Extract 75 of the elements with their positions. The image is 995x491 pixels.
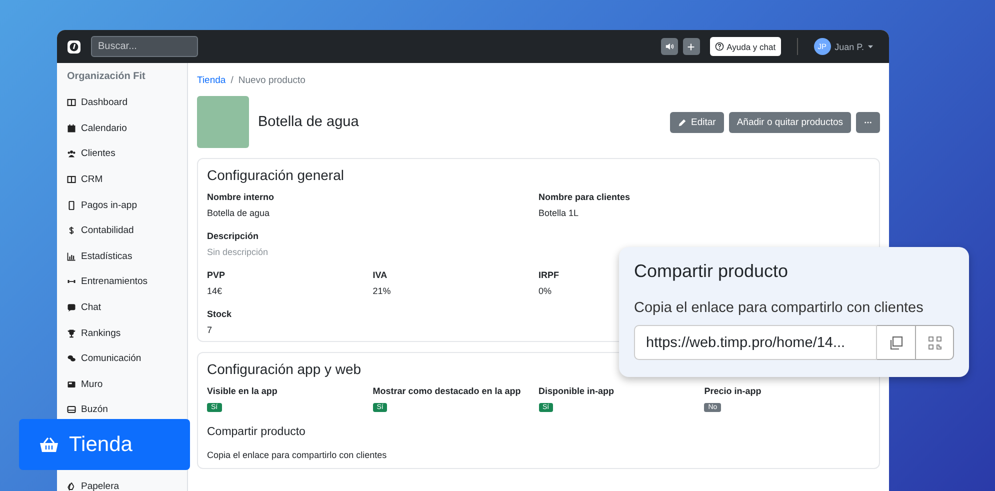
breadcrumb-separator: /	[230, 74, 234, 86]
sidebar-highlight[interactable]: Tienda	[19, 419, 190, 470]
popup-title: Compartir producto	[634, 261, 790, 282]
add-remove-button[interactable]: Añadir o quitar productos	[728, 112, 851, 132]
dollar-icon	[67, 226, 76, 236]
copy-icon	[888, 334, 904, 350]
section-heading: Compartir producto	[207, 426, 306, 438]
sidebar-item[interactable]: Entrenamientos	[67, 269, 187, 295]
sidebar-item[interactable]: Contabilidad	[67, 218, 187, 244]
sidebar-item[interactable]: Clientes	[67, 141, 187, 167]
newspaper-icon	[67, 380, 76, 389]
field-label: Stock	[207, 309, 232, 319]
photo-placeholder	[197, 96, 249, 148]
speaker-button[interactable]	[660, 38, 678, 55]
field-label: IRPF	[538, 270, 560, 280]
sidebar-item[interactable]: Papelera	[67, 474, 187, 491]
sidebar-item[interactable]: CRM	[67, 166, 187, 192]
speaker-icon	[664, 42, 674, 51]
qr-code-icon	[926, 334, 942, 350]
sidebar-item[interactable]: Chat	[67, 294, 187, 320]
field-label: Mostrar como destacado en la app	[372, 386, 521, 396]
logo-icon[interactable]	[67, 40, 81, 54]
phone-icon	[67, 200, 76, 210]
field-label: Descripción	[207, 231, 259, 241]
copy-button[interactable]	[877, 325, 916, 360]
field-label: Nombre interno	[207, 192, 274, 202]
field-value: 14€	[207, 286, 222, 296]
sidebar-item[interactable]: Dashboard	[67, 90, 187, 116]
edit-button[interactable]: Editar	[670, 112, 724, 132]
plus-icon	[687, 42, 696, 50]
comments-icon	[67, 354, 76, 364]
inbox-icon	[67, 405, 76, 414]
add-button[interactable]	[682, 38, 700, 55]
field-value: Botella 1L	[538, 208, 579, 218]
field-label: Nombre para clientes	[538, 192, 630, 202]
product-title: Botella de agua	[258, 114, 360, 130]
bar-chart-icon	[67, 252, 76, 261]
sidebar-item[interactable]: Pagos in-app	[67, 192, 187, 218]
field-value: 0%	[538, 286, 552, 296]
url-field[interactable]: https://web.timp.pro/home/14...	[634, 325, 877, 360]
pencil-icon	[678, 118, 688, 126]
calendar-icon	[67, 124, 76, 133]
field-label: IVA	[372, 270, 388, 280]
card-heading: Configuración general	[207, 167, 345, 183]
help-icon	[714, 42, 724, 51]
card-heading: Configuración app y web	[207, 361, 362, 377]
field-label: Visible en la app	[207, 386, 278, 396]
users-icon	[67, 149, 76, 158]
sidebar-item[interactable]: Muro	[67, 372, 187, 398]
share-description: Copia el enlace para compartirlo con clientes	[207, 450, 388, 460]
field-value: 21%	[372, 286, 391, 296]
basket-icon	[39, 436, 59, 452]
field-label: PVP	[207, 270, 226, 280]
field-value: Botella de agua	[207, 208, 270, 218]
sidebar-item[interactable]: Calendario	[67, 116, 187, 142]
more-button[interactable]	[856, 112, 880, 132]
trophy-icon	[67, 328, 76, 338]
sidebar-item[interactable]: Comunicación	[67, 346, 187, 372]
breadcrumb-link[interactable]: Tienda	[197, 74, 226, 86]
caret-icon	[868, 44, 873, 48]
search-field[interactable]: Buscar...	[91, 36, 198, 57]
ellipsis-icon	[864, 120, 872, 124]
chat-icon	[67, 303, 76, 312]
columns-icon	[67, 98, 76, 108]
popup-text: Copia el enlace para compartirlo con clientes	[634, 300, 924, 316]
field-value: 7	[207, 325, 212, 335]
field-label: Disponible in-app	[538, 386, 614, 396]
sidebar-item[interactable]: Estadísticas	[67, 244, 187, 270]
qr-code-button[interactable]	[916, 325, 954, 360]
columns-icon	[67, 175, 76, 184]
sidebar-item[interactable]: Rankings	[67, 320, 187, 346]
help-button[interactable]: Ayuda y chat	[710, 37, 781, 56]
field-label: Precio in-app	[704, 386, 762, 396]
breadcrumb-current: Nuevo producto	[238, 74, 306, 86]
organization-name: Organización Fit	[67, 71, 146, 82]
